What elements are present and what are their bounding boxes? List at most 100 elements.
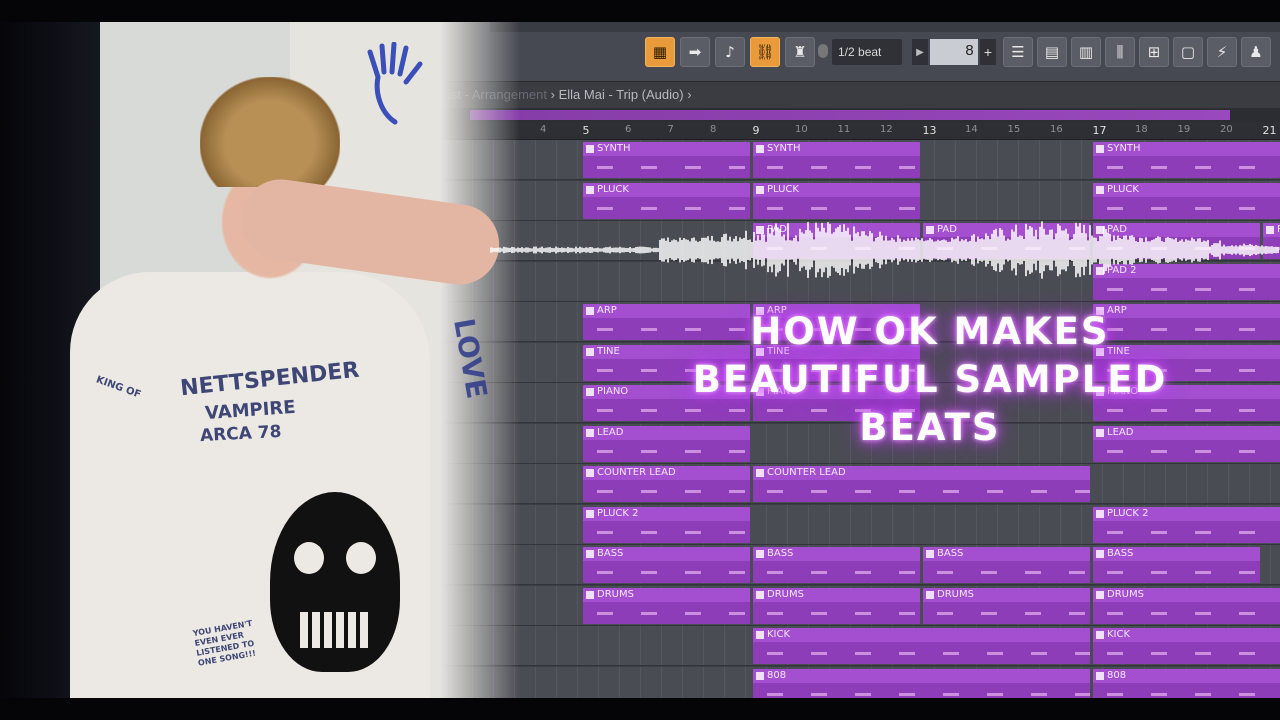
person-icon[interactable]: ♟	[1241, 37, 1271, 67]
clip-notes	[753, 642, 1090, 664]
clip-notes	[583, 520, 750, 543]
scribble-text: ARCA 78	[199, 421, 282, 447]
ruler-bar-label: 5	[582, 124, 590, 137]
playlist-track[interactable]: COUNTER LEAD COUNTER LEAD	[430, 464, 1280, 504]
mixer-icon[interactable]: ☰	[1003, 37, 1033, 67]
clip-notes	[923, 601, 1090, 624]
clip-label: PLUCK	[583, 182, 750, 197]
ruler-bar-label: 21	[1262, 124, 1277, 137]
clip-notes	[1093, 642, 1280, 664]
audio-waveform	[490, 221, 1279, 279]
hair	[200, 77, 340, 187]
playlist-track[interactable]: SYNTH SYNTH SYNTH	[430, 140, 1280, 180]
playlist-icon[interactable]: ▤	[1037, 37, 1067, 67]
snap-select[interactable]: 1/2 beat	[832, 39, 902, 65]
link-icon[interactable]: ⛓	[750, 37, 780, 67]
clip-label: PLUCK	[753, 182, 920, 197]
breadcrumb-audio-clip[interactable]: Ella Mai - Trip (Audio)	[559, 87, 684, 102]
clip-label: SYNTH	[753, 142, 920, 156]
browser-icon[interactable]: ⊞	[1139, 37, 1169, 67]
ruler-bar-label: 13	[922, 124, 937, 137]
channel-rack-icon[interactable]: ▥	[1071, 37, 1101, 67]
clip-label: BASS	[1093, 547, 1260, 561]
pattern-clip[interactable]: PLUCK 2	[583, 506, 750, 543]
clip-notes	[753, 480, 1090, 502]
playlist-track[interactable]: DRUMS DRUMS DRUMS DRUMS	[430, 585, 1280, 626]
pattern-clip[interactable]: PLUCK	[583, 182, 750, 219]
clip-notes	[583, 156, 750, 178]
pattern-clip[interactable]: DRUMS	[923, 587, 1090, 624]
ruler-bar-label: 7	[667, 124, 674, 135]
playlist-track[interactable]: PLUCK 2 PLUCK 2	[430, 504, 1280, 545]
piano-roll-icon[interactable]: ▦	[645, 37, 675, 67]
clip-notes	[583, 561, 750, 583]
breadcrumb: ist - Arrangement › Ella Mai - Trip (Aud…	[430, 82, 1280, 108]
playlist-overview-scrollbar[interactable]	[430, 108, 1280, 122]
pattern-clip[interactable]: KICK	[753, 628, 1090, 664]
chevron-right-icon: ›	[550, 87, 555, 102]
playlist-track[interactable]: KICK KICK	[430, 626, 1280, 666]
ruler-bar-label: 9	[752, 124, 760, 137]
pattern-clip[interactable]: 808	[753, 668, 1090, 698]
pattern-clip[interactable]: BASS	[1093, 547, 1260, 583]
eq-icon[interactable]: ⫼	[1105, 37, 1135, 67]
pattern-clip[interactable]: DRUMS	[1093, 587, 1280, 624]
clip-notes	[1093, 520, 1280, 543]
clip-label: COUNTER LEAD	[753, 466, 1090, 480]
pattern-clip[interactable]: 808	[1093, 668, 1280, 698]
pattern-clip[interactable]: BASS	[923, 547, 1090, 583]
ruler-bar-label: 14	[965, 124, 978, 135]
add-pattern-button[interactable]: +	[980, 39, 996, 65]
clip-notes	[753, 601, 920, 624]
pattern-clip[interactable]: KICK	[1093, 628, 1280, 664]
ruler-bar-label: 6	[625, 124, 632, 135]
photo-boy-covering-eyes: NETTSPENDER VAMPIRE ARCA 78 YOU HAVEN'T …	[0, 22, 520, 698]
clip-notes	[1093, 601, 1280, 624]
magnet-icon[interactable]	[818, 44, 828, 58]
pattern-clip[interactable]: SYNTH	[583, 142, 750, 178]
video-title: HOW OK MAKES BEAUTIFUL SAMPLED BEATS	[600, 308, 1260, 452]
play-arrow-icon[interactable]: ▶	[912, 39, 928, 65]
clip-label: DRUMS	[1093, 587, 1280, 602]
timeline-ruler[interactable]: 4 5 6 7 8 9 10 11 12 13 14 15 16 17 18 19 20 21	[430, 122, 1280, 140]
ruler-bar-label: 4	[540, 124, 547, 135]
title-line-2: BEAUTIFUL SAMPLED	[692, 358, 1168, 401]
title-line-3: BEATS	[859, 406, 1001, 449]
toolbar-strip	[490, 22, 1280, 32]
ruler-bar-label: 8	[710, 124, 717, 135]
pattern-clip[interactable]: SYNTH	[753, 142, 920, 178]
clip-label: 808	[1093, 668, 1280, 683]
curve-icon[interactable]: ♪	[715, 37, 745, 67]
clip-label: PLUCK 2	[583, 506, 750, 521]
stamp-icon[interactable]: ♜	[785, 37, 815, 67]
pattern-clip[interactable]: BASS	[583, 547, 750, 583]
clip-label: 808	[753, 668, 1090, 683]
title-line-1: HOW OK MAKES	[750, 310, 1110, 353]
pattern-number-field[interactable]: 8	[930, 39, 978, 65]
pattern-clip[interactable]: COUNTER LEAD	[583, 466, 750, 502]
file-icon[interactable]: ▢	[1173, 37, 1203, 67]
pattern-clip[interactable]: DRUMS	[753, 587, 920, 624]
pattern-clip[interactable]: PLUCK	[753, 182, 920, 219]
ruler-bar-label: 12	[880, 124, 893, 135]
clip-label: BASS	[753, 547, 920, 561]
overview-thumb[interactable]	[470, 110, 1230, 120]
pattern-clip[interactable]: PLUCK 2	[1093, 506, 1280, 543]
ruler-bar-label: 17	[1092, 124, 1107, 137]
pattern-clip[interactable]: PLUCK	[1093, 182, 1280, 219]
pattern-clip[interactable]: COUNTER LEAD	[753, 466, 1090, 502]
playlist-track[interactable]: 808 808	[430, 666, 1280, 698]
pattern-clip[interactable]: SYNTH	[1093, 142, 1280, 178]
plugin-icon[interactable]: ⚡	[1207, 37, 1237, 67]
letterbox-bottom	[0, 698, 1280, 720]
clip-label: DRUMS	[583, 587, 750, 602]
playlist-track[interactable]: BASS BASS BASS BASS	[430, 545, 1280, 585]
ruler-bar-label: 11	[837, 124, 851, 135]
pattern-clip[interactable]: BASS	[753, 547, 920, 583]
clip-label: BASS	[923, 547, 1090, 561]
hand-print-graffiti	[367, 42, 423, 125]
pattern-clip[interactable]: DRUMS	[583, 587, 750, 624]
ruler-bar-label: 18	[1135, 124, 1148, 135]
chevron-right-icon: ›	[687, 87, 692, 102]
arrow-right-icon[interactable]: ➡	[680, 37, 710, 67]
